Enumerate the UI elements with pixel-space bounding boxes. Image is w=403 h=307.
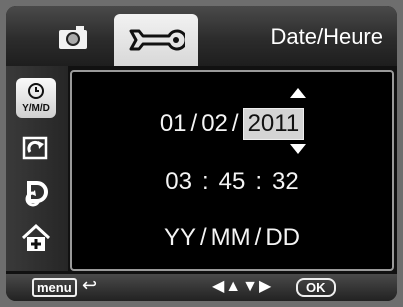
time-separator: : [201,168,209,195]
format-day: DD [265,224,300,251]
rotate-icon [22,136,48,160]
date-time-panel: 01/02/2011 03:45:32 YY / MM / DD [70,70,394,271]
return-arrow-icon: ↩ [82,275,98,295]
tab-camera[interactable] [38,14,108,60]
hour-field[interactable]: 03 [165,168,192,195]
sidebar: Y/M/D [6,66,68,271]
nav-keys-hint: ◀▲▼▶ [212,278,273,295]
increase-arrow-icon[interactable] [290,88,306,98]
sidebar-item-home[interactable] [16,218,56,258]
format-separator: / [254,224,262,251]
language-icon [25,181,48,207]
time-separator: : [255,168,263,195]
minute-field[interactable]: 45 [219,168,246,195]
second-field[interactable]: 32 [272,168,299,195]
page-title: Date/Heure [270,24,383,49]
tab-settings[interactable] [114,14,198,66]
camera-icon [59,26,87,49]
date-separator: / [190,110,198,137]
device-screen: Date/Heure Y/M/D 01 / 02 / 2011 03: 45 … [6,6,397,301]
home-icon [21,223,51,251]
menu-button[interactable]: menu [32,278,77,297]
time-row: 03:45:32 [72,168,392,196]
sidebar-item-rotate[interactable] [16,128,56,168]
ok-button[interactable]: OK [296,278,336,297]
date-format-row[interactable]: YY / MM / DD [72,224,392,252]
sidebar-item-language[interactable] [16,174,56,214]
sidebar-item-date-time[interactable]: Y/M/D [16,78,56,118]
clock-date-icon: Y/M/D [22,83,50,114]
top-tab-bar: Date/Heure [6,6,397,66]
svg-text:Y/M/D: Y/M/D [22,103,50,114]
date-separator: / [231,110,239,137]
format-year: YY [163,224,196,251]
day-field[interactable]: 01 [160,110,187,137]
year-field[interactable]: 2011 [242,108,305,140]
wrench-icon [129,29,185,51]
format-month: MM [210,224,251,251]
date-row: 01/02/2011 [72,108,392,140]
decrease-arrow-icon[interactable] [290,144,306,154]
month-field[interactable]: 02 [201,110,228,137]
bottom-hint-bar: menu ↩ ◀▲▼▶ OK [6,274,397,301]
format-separator: / [200,224,207,251]
